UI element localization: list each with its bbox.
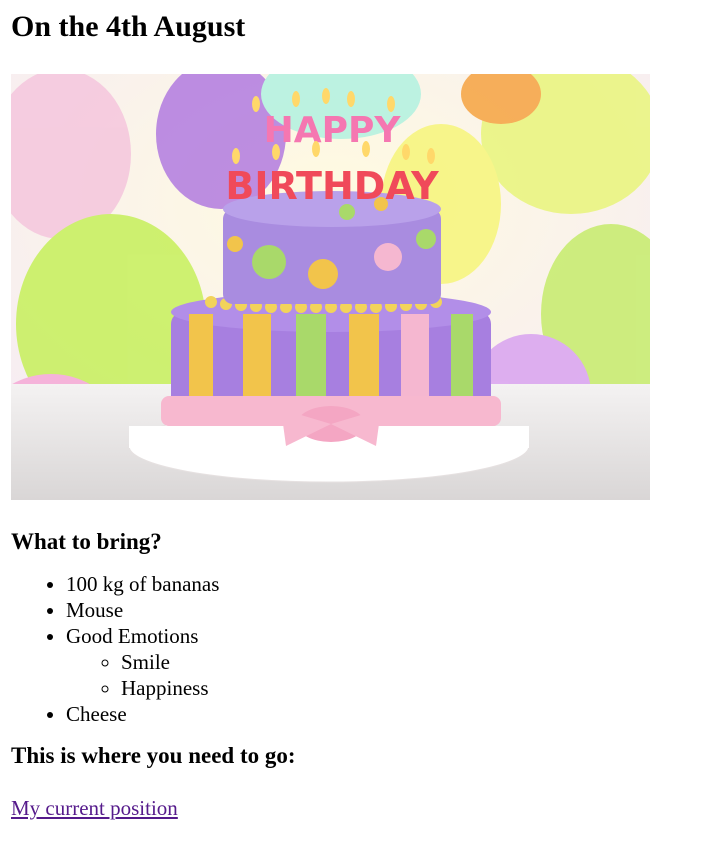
list-item: 100 kg of bananas [66, 571, 711, 597]
list-item: Mouse [66, 597, 711, 623]
list-item-label: Good Emotions [66, 624, 199, 648]
sub-list-item: Happiness [121, 675, 711, 701]
list-item: Cheese [66, 701, 711, 727]
bring-list: 100 kg of bananas Mouse Good Emotions Sm… [11, 571, 711, 727]
cake-illustration: HAPPY BIRTHDAY [11, 74, 650, 500]
page: On the 4th August HAPPY BIRTHDAY What to… [0, 0, 722, 821]
list-item: Good Emotions Smile Happiness [66, 623, 711, 701]
location-link-wrap: My current position [11, 795, 711, 821]
location-heading: This is where you need to go: [11, 743, 296, 768]
bring-heading: What to bring? [11, 529, 162, 554]
svg-text:HAPPY: HAPPY [264, 110, 402, 151]
sub-list: Smile Happiness [66, 649, 711, 701]
current-position-link[interactable]: My current position [11, 796, 178, 820]
svg-text:BIRTHDAY: BIRTHDAY [225, 164, 439, 208]
birthday-cake-image: HAPPY BIRTHDAY [11, 74, 650, 500]
sub-list-item: Smile [121, 649, 711, 675]
page-title: On the 4th August [11, 10, 246, 43]
